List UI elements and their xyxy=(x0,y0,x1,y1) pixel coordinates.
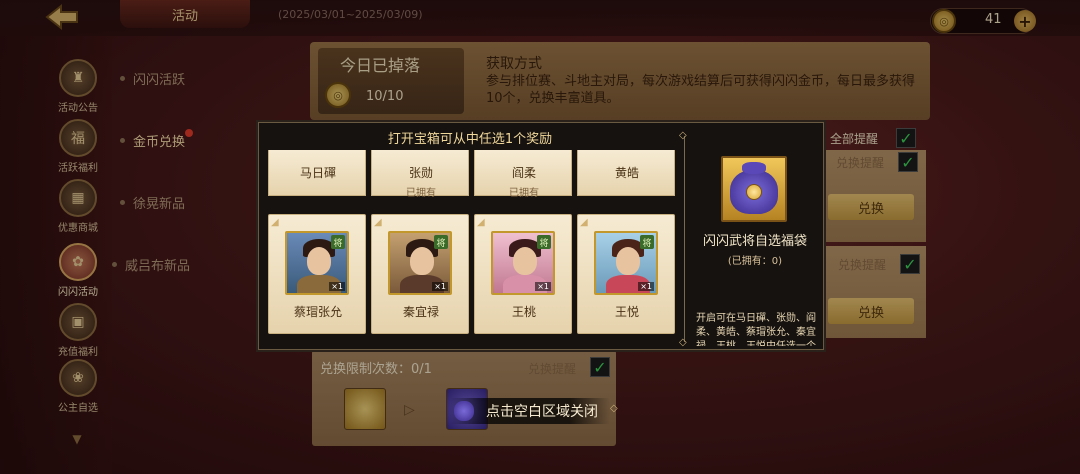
general-badge: 将 xyxy=(331,235,345,249)
item-owned: (已拥有：0) xyxy=(727,256,783,267)
reward-name: 张勋 xyxy=(408,166,433,180)
reward-card[interactable]: ◢ 将 ×1 秦宜禄 xyxy=(371,214,469,334)
close-hint[interactable]: 点击空白区域关闭 xyxy=(450,398,610,424)
corner-ornament-icon: ◢ xyxy=(477,217,485,228)
item-count: ×1 xyxy=(432,282,448,291)
general-badge: 将 xyxy=(640,235,654,249)
item-description: 开启可在马日磾、张勋、阎柔、黄皓、蔡瑁张允、秦宜禄、王桃、王悦中任选一个 xyxy=(696,313,816,346)
general-portrait: 将 ×1 xyxy=(388,231,452,295)
reward-card[interactable]: 马日磾 xyxy=(268,150,366,196)
reward-name: 马日磾 xyxy=(299,166,336,180)
reward-name: 蔡瑁张允 xyxy=(293,305,342,319)
close-hint-text: 点击空白区域关闭 xyxy=(486,404,598,420)
reward-name: 黄皓 xyxy=(614,166,639,180)
modal-divider xyxy=(684,136,685,342)
corner-ornament-icon: ◢ xyxy=(374,217,382,228)
general-badge: 将 xyxy=(537,235,551,249)
lucky-bag-coin xyxy=(746,184,762,200)
general-portrait: 将 ×1 xyxy=(491,231,555,295)
reward-card[interactable]: ◢ 将 ×1 王桃 xyxy=(474,214,572,334)
owned-label: 已拥有 xyxy=(509,188,539,199)
item-name: 闪闪武将自选福袋 xyxy=(702,234,807,249)
diamond-ornament-icon: ◇ xyxy=(679,337,687,348)
diamond-ornament-icon: ◇ xyxy=(610,403,618,414)
item-count: ×1 xyxy=(535,282,551,291)
reward-card[interactable]: ◢ 将 ×1 蔡瑁张允 xyxy=(268,214,366,334)
reward-name: 阎柔 xyxy=(511,166,536,180)
reward-card[interactable]: ◢ 将 ×1 王悦 xyxy=(577,214,675,334)
lucky-bag-knot xyxy=(742,162,766,174)
reward-name: 王桃 xyxy=(511,305,536,319)
reward-name: 秦宜禄 xyxy=(402,305,439,319)
lucky-bag-small-icon xyxy=(454,401,474,421)
general-portrait: 将 ×1 xyxy=(594,231,658,295)
modal-title: 打开宝箱可从中任选1个奖励 xyxy=(387,132,553,147)
item-count: ×1 xyxy=(638,282,654,291)
owned-label: 已拥有 xyxy=(406,188,436,199)
reward-card[interactable]: 黄皓 xyxy=(577,150,675,196)
general-portrait: 将 ×1 xyxy=(285,231,349,295)
reward-card[interactable]: 张勋 已拥有 xyxy=(371,150,469,199)
general-badge: 将 xyxy=(434,235,448,249)
diamond-ornament-icon: ◇ xyxy=(679,130,687,141)
item-count: ×1 xyxy=(329,282,345,291)
reward-name: 王悦 xyxy=(614,305,639,319)
corner-ornament-icon: ◢ xyxy=(271,217,279,228)
reward-card[interactable]: 阎柔 已拥有 xyxy=(474,150,572,199)
corner-ornament-icon: ◢ xyxy=(580,217,588,228)
